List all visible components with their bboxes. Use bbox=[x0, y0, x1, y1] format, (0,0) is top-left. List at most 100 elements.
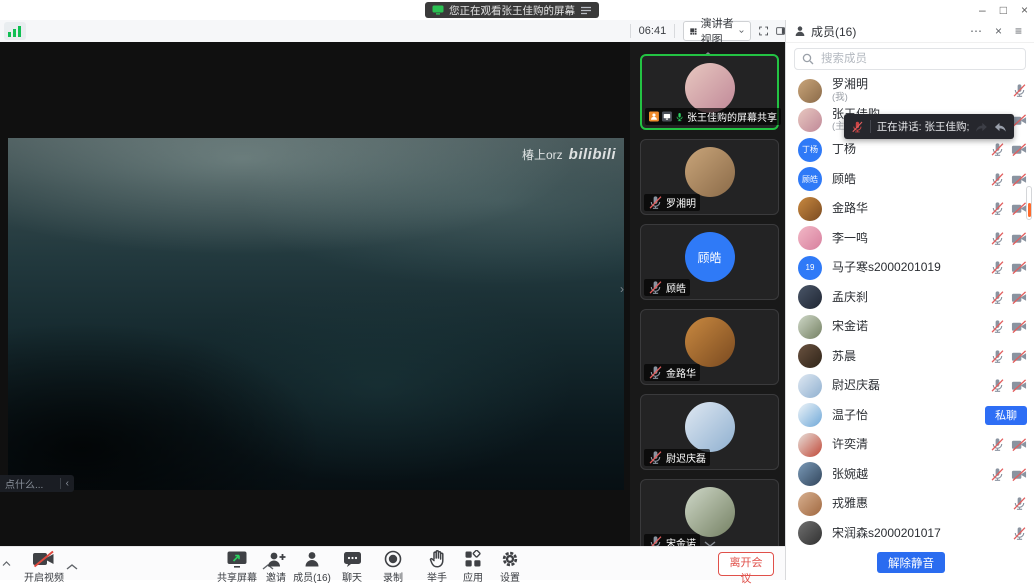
meeting-toolbar: 开启视频共享屏幕邀请成员(16)聊天录制举手应用设置 离开会议 bbox=[0, 546, 785, 580]
danmaku-input[interactable]: 点什么... ‹ bbox=[0, 475, 74, 492]
member-mic-muted-icon bbox=[990, 260, 1005, 275]
avatar-initials: 19 bbox=[806, 263, 815, 272]
thumbnail-mic-muted-icon bbox=[648, 535, 663, 546]
scrollbar[interactable] bbox=[1026, 186, 1032, 220]
member-status-icons bbox=[990, 231, 1027, 246]
member-row[interactable]: 尉迟庆磊 bbox=[786, 371, 1034, 401]
member-status-icons bbox=[990, 437, 1027, 452]
forward-icon[interactable] bbox=[975, 121, 988, 133]
member-row[interactable]: 罗湘明 (我) bbox=[786, 76, 1034, 106]
reply-icon[interactable] bbox=[994, 121, 1007, 133]
member-row[interactable]: 许奕清 bbox=[786, 430, 1034, 460]
video-thumbnail[interactable]: 尉迟庆磊 bbox=[640, 394, 779, 470]
notification-menu-icon[interactable] bbox=[580, 6, 592, 15]
member-status-icons: 私聊 bbox=[985, 406, 1027, 425]
watching-screen-notification[interactable]: 您正在观看张王佳购的屏幕 bbox=[425, 2, 599, 18]
video-thumbnail[interactable]: 顾皓 顾皓 bbox=[640, 224, 779, 300]
member-name: 马子寒s2000201019 bbox=[832, 261, 990, 274]
collapse-thumbnails-handle[interactable]: › bbox=[620, 282, 624, 296]
private-chat-button[interactable]: 私聊 bbox=[985, 406, 1027, 425]
member-info: 李一鸣 bbox=[832, 232, 990, 245]
member-row[interactable]: 苏晨 bbox=[786, 342, 1034, 372]
thumbnail-name: 张王佳购的屏幕共享 bbox=[687, 109, 777, 124]
close-button[interactable]: × bbox=[1021, 0, 1028, 20]
view-controls: 06:41 演讲者视图 bbox=[630, 20, 785, 42]
toolbar-item-label: 开启视频 bbox=[24, 569, 64, 584]
member-info: 孟庆刹 bbox=[832, 291, 990, 304]
member-row[interactable]: 19 马子寒s2000201019 bbox=[786, 253, 1034, 283]
restore-button[interactable]: □ bbox=[1000, 0, 1007, 20]
member-row[interactable]: 张婉越 bbox=[786, 460, 1034, 490]
member-avatar bbox=[798, 79, 822, 103]
camera-off-icon bbox=[32, 550, 56, 568]
video-thumbnail[interactable]: 金路华 bbox=[640, 309, 779, 385]
meeting-timer: 06:41 bbox=[639, 25, 667, 37]
member-row[interactable]: 丁杨 丁杨 bbox=[786, 135, 1034, 165]
chevron-left-icon[interactable]: ‹ bbox=[61, 478, 74, 489]
member-avatar bbox=[798, 315, 822, 339]
member-status-icons bbox=[990, 142, 1027, 157]
more-icon[interactable]: ⋯ bbox=[966, 24, 986, 38]
member-row[interactable]: 温子怡 私聊 bbox=[786, 401, 1034, 431]
video-watermark: 椿上orz bilibili bbox=[522, 146, 616, 163]
member-row[interactable]: 宋润森s2000201017 bbox=[786, 519, 1034, 549]
video-thumbnail[interactable]: 张王佳购的屏幕共享 bbox=[640, 54, 779, 130]
member-avatar bbox=[798, 492, 822, 516]
member-camera-muted-icon bbox=[1011, 201, 1027, 216]
unmute-button[interactable]: 解除静音 bbox=[877, 552, 945, 573]
member-mic-muted-icon bbox=[990, 437, 1005, 452]
leave-meeting-button[interactable]: 离开会议 bbox=[718, 552, 774, 576]
member-search-box[interactable] bbox=[794, 48, 1026, 70]
member-name: 李一鸣 bbox=[832, 232, 990, 245]
member-info: 许奕清 bbox=[832, 438, 990, 451]
chevron-down-icon bbox=[739, 29, 744, 34]
thumbnail-avatar bbox=[685, 402, 735, 452]
view-mode-button[interactable]: 演讲者视图 bbox=[683, 21, 751, 41]
record-icon bbox=[384, 550, 402, 568]
member-info: 丁杨 bbox=[832, 143, 990, 156]
member-row[interactable]: 李一鸣 bbox=[786, 224, 1034, 254]
panel-menu-icon[interactable]: ≡ bbox=[1011, 24, 1026, 38]
thumbnail-avatar bbox=[685, 63, 735, 113]
fullscreen-icon[interactable] bbox=[759, 24, 768, 38]
member-row[interactable]: 孟庆刹 bbox=[786, 283, 1034, 313]
search-icon bbox=[802, 53, 814, 65]
mic-on-icon bbox=[675, 111, 684, 123]
scroll-strip-down-icon[interactable] bbox=[704, 534, 716, 546]
member-mic-muted-icon bbox=[990, 378, 1005, 393]
thumbnail-label: 金路华 bbox=[644, 364, 700, 381]
member-info: 苏晨 bbox=[832, 350, 990, 363]
side-panel-icon[interactable] bbox=[776, 25, 785, 37]
member-name: 尉迟庆磊 bbox=[832, 379, 990, 392]
member-role: (我) bbox=[832, 93, 1012, 103]
video-thumbnail[interactable]: 罗湘明 bbox=[640, 139, 779, 215]
member-row[interactable]: 戎雅惠 bbox=[786, 489, 1034, 519]
search-input[interactable] bbox=[819, 52, 1018, 66]
video-thumbnail[interactable]: 宋金诺 bbox=[640, 479, 779, 546]
window-titlebar: 您正在观看张王佳购的屏幕 – □ × bbox=[0, 0, 1034, 20]
host-badge-icon bbox=[649, 110, 659, 123]
member-avatar: 顾皓 bbox=[798, 167, 822, 191]
toolbar-item-settings[interactable]: 设置 bbox=[475, 550, 545, 584]
member-avatar bbox=[798, 108, 822, 132]
member-info: 张婉越 bbox=[832, 468, 990, 481]
member-info: 宋金诺 bbox=[832, 320, 990, 333]
member-status-icons bbox=[990, 260, 1027, 275]
member-row[interactable]: 宋金诺 bbox=[786, 312, 1034, 342]
close-panel-icon[interactable]: × bbox=[991, 24, 1006, 38]
scrollbar-thumb[interactable] bbox=[1028, 203, 1031, 217]
member-row[interactable]: 顾皓 顾皓 bbox=[786, 165, 1034, 195]
camera-options-caret-icon[interactable] bbox=[66, 557, 78, 575]
meeting-statusbar: 06:41 演讲者视图 bbox=[0, 20, 785, 43]
member-avatar bbox=[798, 433, 822, 457]
member-avatar bbox=[798, 462, 822, 486]
toolbar-item-label: 设置 bbox=[500, 569, 520, 584]
minimize-button[interactable]: – bbox=[979, 0, 986, 20]
avatar-initials: 顾皓 bbox=[697, 249, 721, 266]
member-avatar bbox=[798, 285, 822, 309]
member-row[interactable]: 金路华 bbox=[786, 194, 1034, 224]
member-name: 戎雅惠 bbox=[832, 497, 1012, 510]
member-camera-muted-icon bbox=[1011, 172, 1027, 187]
member-avatar bbox=[798, 521, 822, 545]
thumbnail-mic-muted-icon bbox=[648, 195, 663, 210]
